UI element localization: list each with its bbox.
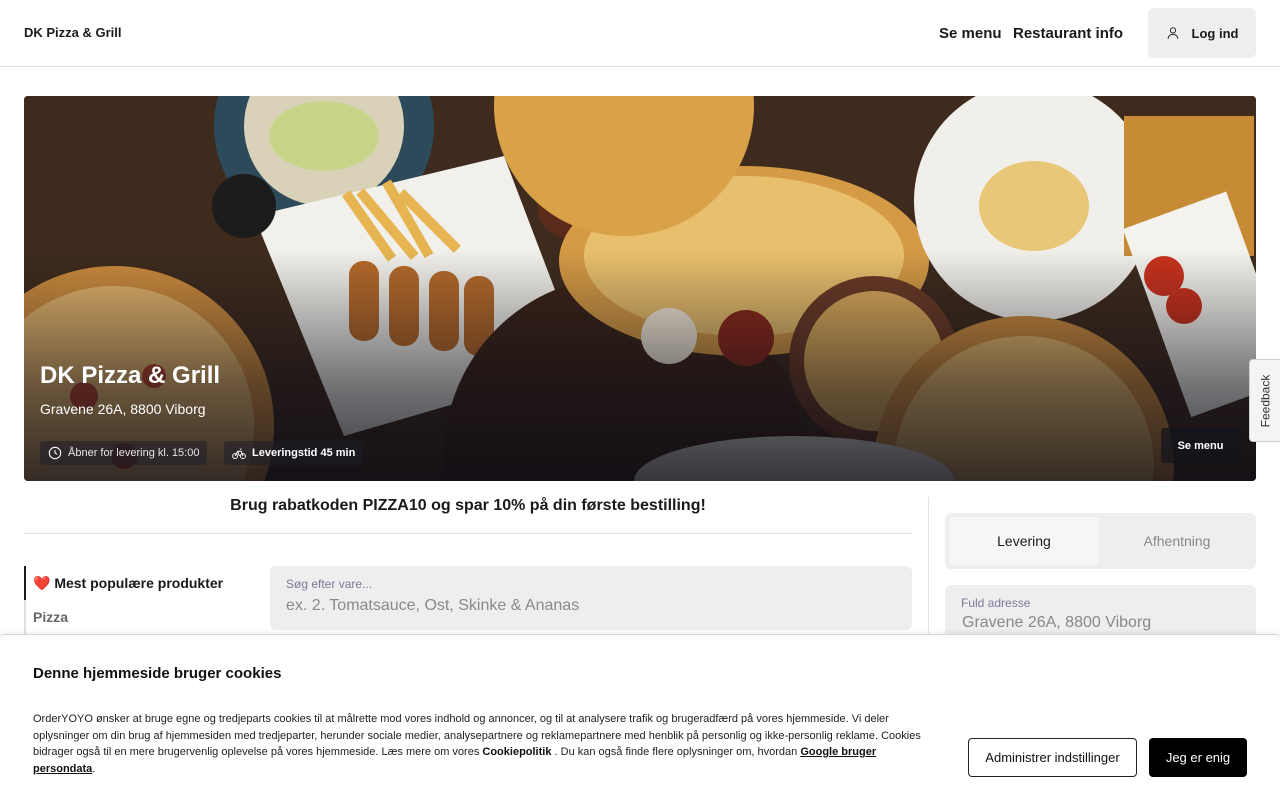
address-value: Gravene 26A, 8800 Viborg: [962, 614, 1152, 631]
address-field[interactable]: Fuld adresse Gravene 26A, 8800 Viborg: [945, 585, 1256, 641]
login-button[interactable]: Log ind: [1148, 8, 1256, 58]
hero-see-menu-button[interactable]: Se menu: [1161, 428, 1240, 463]
order-type-toggle: Levering Afhentning: [945, 513, 1256, 569]
feedback-tab[interactable]: Feedback: [1249, 359, 1280, 442]
user-icon: [1167, 27, 1178, 39]
site-header: DK Pizza & Grill Se menu Restaurant info…: [0, 0, 1280, 67]
divider: [24, 533, 912, 534]
promo-banner: Brug rabatkoden PIZZA10 og spar 10% på d…: [230, 497, 706, 514]
delivery-time-badge: Leveringstid 45 min: [224, 441, 364, 465]
login-label: Log ind: [1191, 25, 1239, 41]
category-pizza[interactable]: Pizza: [24, 600, 68, 634]
address-label: Fuld adresse: [961, 596, 1031, 610]
search-label: Søg efter vare...: [286, 577, 373, 591]
restaurant-title: DK Pizza & Grill: [40, 362, 221, 389]
search-input[interactable]: [286, 594, 896, 618]
cookie-policy-link[interactable]: Cookiepolitik: [482, 746, 551, 758]
bicycle-icon: [232, 448, 246, 459]
nav-restaurant-info[interactable]: Restaurant info: [1013, 25, 1123, 42]
column-divider: [928, 497, 929, 637]
cookie-title: Denne hjemmeside bruger cookies: [33, 665, 282, 682]
brand-name[interactable]: DK Pizza & Grill: [24, 25, 122, 40]
opening-status-badge: Åbner for levering kl. 15:00: [40, 441, 208, 465]
clock-icon: [48, 446, 62, 460]
agree-button[interactable]: Jeg er enig: [1149, 738, 1247, 777]
nav-see-menu[interactable]: Se menu: [939, 25, 1002, 42]
delivery-time-text: Leveringstid 45 min: [252, 447, 356, 459]
restaurant-address: Gravene 26A, 8800 Viborg: [40, 401, 206, 417]
category-most-popular[interactable]: ❤️ Mest populære produkter: [24, 566, 223, 600]
pickup-option[interactable]: Afhentning: [1102, 517, 1252, 565]
cookie-text: OrderYOYO ønsker at bruge egne og tredje…: [33, 713, 921, 775]
cookie-banner: Denne hjemmeside bruger cookies OrderYOY…: [0, 634, 1280, 800]
feedback-label: Feedback: [1258, 374, 1273, 427]
product-search: Søg efter vare...: [270, 566, 912, 630]
manage-settings-button[interactable]: Administrer indstillinger: [968, 738, 1137, 777]
delivery-option[interactable]: Levering: [949, 517, 1099, 565]
hero-banner: DK Pizza & Grill Gravene 26A, 8800 Vibor…: [24, 96, 1256, 481]
opening-status-text: Åbner for levering kl. 15:00: [68, 447, 200, 459]
